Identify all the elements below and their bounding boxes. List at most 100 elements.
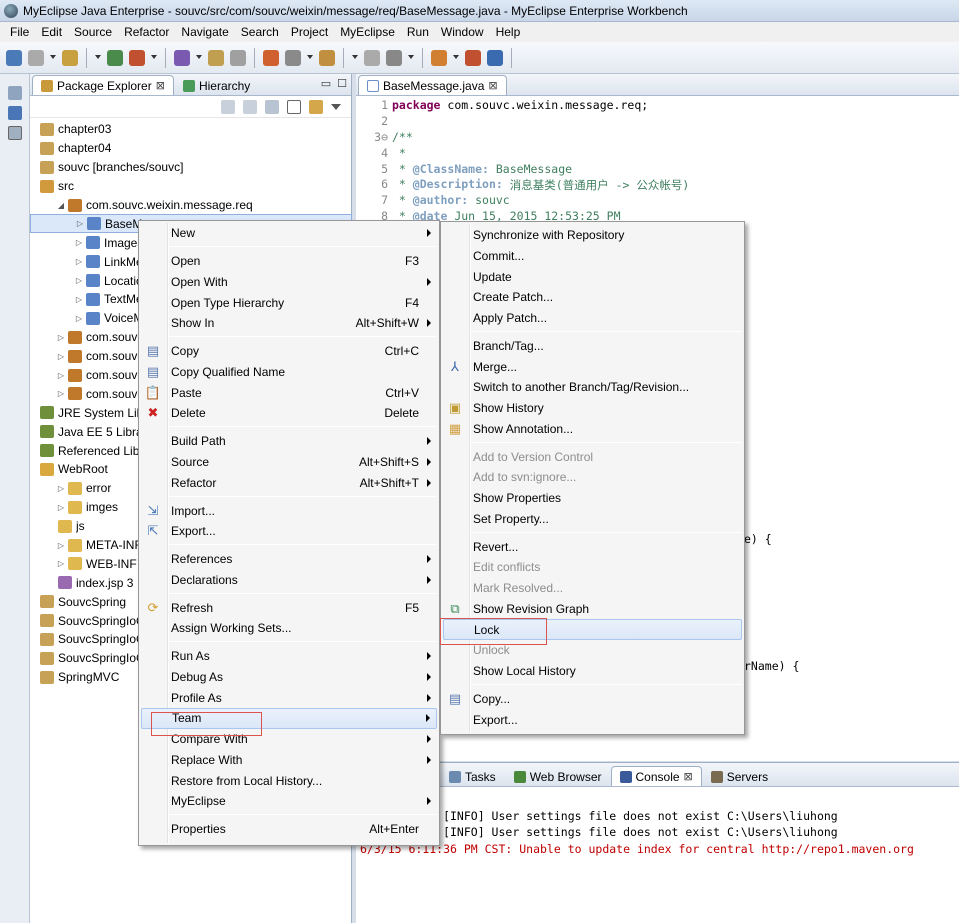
- dropdown-arrow-icon[interactable]: [50, 54, 56, 61]
- collapsed-twisty-icon[interactable]: ▷: [56, 484, 66, 493]
- close-icon[interactable]: ⊠: [156, 79, 165, 92]
- menu-item-declarations[interactable]: Declarations: [141, 570, 437, 591]
- close-icon[interactable]: ⊠: [684, 770, 693, 783]
- print-tool-icon[interactable]: [386, 49, 402, 66]
- menu-item-new[interactable]: New: [141, 223, 437, 244]
- new-tool-icon[interactable]: [6, 49, 22, 66]
- dropdown-arrow-icon[interactable]: [307, 54, 313, 61]
- menu-item-run-as[interactable]: Run As: [141, 646, 437, 667]
- collapsed-twisty-icon[interactable]: ▷: [56, 352, 66, 361]
- collapsed-twisty-icon[interactable]: ▷: [74, 295, 84, 304]
- dropdown-arrow-icon[interactable]: [408, 54, 414, 61]
- tab-basemessage-java[interactable]: BaseMessage.java ⊠: [358, 75, 507, 95]
- pen-tool-icon[interactable]: [319, 49, 335, 66]
- menu-item-update[interactable]: Update: [443, 266, 742, 287]
- menu-item-open-with[interactable]: Open With: [141, 272, 437, 293]
- view-menu-icon[interactable]: [331, 103, 341, 110]
- menu-item-properties[interactable]: Properties Alt+Enter: [141, 819, 437, 840]
- tab-servers[interactable]: Servers: [702, 766, 777, 786]
- code-area[interactable]: 1 package com.souvc.weixin.message.req; 2 3…: [356, 98, 959, 225]
- menu-item-restore-from-local-history[interactable]: Restore from Local History...: [141, 770, 437, 791]
- collapsed-twisty-icon[interactable]: ▷: [56, 371, 66, 380]
- new-web-tool-icon[interactable]: [129, 49, 145, 66]
- menu-item-open-type-hierarchy[interactable]: Open Type Hierarchy F4: [141, 292, 437, 313]
- collapse-all-icon[interactable]: [287, 99, 301, 114]
- back-arrow-icon[interactable]: [221, 99, 235, 114]
- dropdown-arrow-icon[interactable]: [95, 54, 101, 61]
- menu-item-copy-qualified-name[interactable]: ▤ Copy Qualified Name: [141, 362, 437, 383]
- menu-item-show-revision-graph[interactable]: ⧉ Show Revision Graph: [443, 599, 742, 620]
- collapsed-twisty-icon[interactable]: ▷: [74, 314, 84, 323]
- menu-item-debug-as[interactable]: Debug As: [141, 667, 437, 688]
- collapsed-twisty-icon[interactable]: ▷: [56, 333, 66, 342]
- minimize-icon[interactable]: ▭: [321, 77, 331, 90]
- outline-min-icon[interactable]: [8, 126, 22, 140]
- menu-edit[interactable]: Edit: [35, 25, 68, 39]
- menu-item-source[interactable]: Source Alt+Shift+S: [141, 452, 437, 473]
- tab-hierarchy[interactable]: Hierarchy: [174, 75, 259, 95]
- forward-arrow-icon[interactable]: [243, 99, 257, 114]
- menu-item-show-annotation[interactable]: ▦ Show Annotation...: [443, 419, 742, 440]
- menu-run[interactable]: Run: [401, 25, 435, 39]
- menu-search[interactable]: Search: [235, 25, 285, 39]
- menu-item-show-in[interactable]: Show In Alt+Shift+W: [141, 313, 437, 334]
- menu-item-merge[interactable]: ⅄ Merge...: [443, 356, 742, 377]
- menu-item-profile-as[interactable]: Profile As: [141, 687, 437, 708]
- restore-icon[interactable]: [8, 86, 22, 100]
- menu-item-show-local-history[interactable]: Show Local History: [443, 661, 742, 682]
- maximize-icon[interactable]: ☐: [337, 77, 347, 90]
- save-tool-icon[interactable]: [28, 49, 44, 66]
- open-type-tool-icon[interactable]: [62, 49, 78, 66]
- menu-item-build-path[interactable]: Build Path: [141, 431, 437, 452]
- menu-item-switch-to-another-branch-tag-revision[interactable]: Switch to another Branch/Tag/Revision...: [443, 377, 742, 398]
- collapsed-twisty-icon[interactable]: ▷: [74, 257, 84, 266]
- tab-tasks[interactable]: Tasks: [440, 766, 505, 786]
- tree-item[interactable]: chapter03: [30, 120, 352, 139]
- menu-item-myeclipse[interactable]: MyEclipse: [141, 791, 437, 812]
- coverage-tool-icon[interactable]: [263, 49, 279, 66]
- menu-item-show-properties[interactable]: Show Properties: [443, 488, 742, 509]
- expanded-twisty-icon[interactable]: ◢: [56, 201, 66, 210]
- menu-refactor[interactable]: Refactor: [118, 25, 175, 39]
- link-with-editor-icon[interactable]: [309, 99, 323, 114]
- menu-item-refactor[interactable]: Refactor Alt+Shift+T: [141, 472, 437, 493]
- menu-window[interactable]: Window: [435, 25, 490, 39]
- menu-item-export[interactable]: ⇱ Export...: [141, 521, 437, 542]
- browser-tool-icon[interactable]: [107, 49, 123, 66]
- collapsed-twisty-icon[interactable]: ▷: [75, 219, 85, 228]
- menu-item-synchronize-with-repository[interactable]: Synchronize with Repository: [443, 225, 742, 246]
- build-tool-icon[interactable]: [487, 49, 503, 66]
- menu-item-open[interactable]: Open F3: [141, 251, 437, 272]
- menu-item-set-property[interactable]: Set Property...: [443, 509, 742, 530]
- tree-item[interactable]: ◢ com.souvc.weixin.message.req: [30, 196, 352, 215]
- menu-item-create-patch[interactable]: Create Patch...: [443, 287, 742, 308]
- deploy-tool-icon[interactable]: [431, 49, 447, 66]
- collapsed-twisty-icon[interactable]: ▷: [56, 389, 66, 398]
- debug-tool-icon[interactable]: [174, 49, 190, 66]
- menu-item-copy[interactable]: ▤ Copy...: [443, 689, 742, 710]
- collapsed-twisty-icon[interactable]: ▷: [56, 541, 66, 550]
- menu-item-commit[interactable]: Commit...: [443, 246, 742, 267]
- tab-console[interactable]: Console ⊠: [610, 766, 702, 786]
- dropdown-arrow-icon[interactable]: [352, 54, 358, 61]
- up-icon[interactable]: [265, 99, 279, 114]
- menu-help[interactable]: Help: [490, 25, 527, 39]
- menu-item-replace-with[interactable]: Replace With: [141, 750, 437, 771]
- dropdown-arrow-icon[interactable]: [151, 54, 157, 61]
- menu-item-paste[interactable]: 📋 Paste Ctrl+V: [141, 382, 437, 403]
- menu-navigate[interactable]: Navigate: [175, 25, 234, 39]
- tree-item[interactable]: src: [30, 177, 352, 196]
- menu-myeclipse[interactable]: MyEclipse: [334, 25, 401, 39]
- close-icon[interactable]: ⊠: [488, 79, 497, 92]
- package-explorer-min-icon[interactable]: [8, 106, 22, 120]
- menu-item-delete[interactable]: ✖ Delete Delete: [141, 403, 437, 424]
- collapsed-twisty-icon[interactable]: ▷: [74, 276, 84, 285]
- collapsed-twisty-icon[interactable]: ▷: [56, 503, 66, 512]
- menu-item-show-history[interactable]: ▣ Show History: [443, 398, 742, 419]
- menu-item-assign-working-sets[interactable]: Assign Working Sets...: [141, 618, 437, 639]
- menu-item-refresh[interactable]: ⟳ Refresh F5: [141, 597, 437, 618]
- menu-item-import[interactable]: ⇲ Import...: [141, 500, 437, 521]
- menu-item-apply-patch[interactable]: Apply Patch...: [443, 308, 742, 329]
- collapsed-twisty-icon[interactable]: ▷: [74, 238, 84, 247]
- collapsed-twisty-icon[interactable]: ▷: [56, 559, 66, 568]
